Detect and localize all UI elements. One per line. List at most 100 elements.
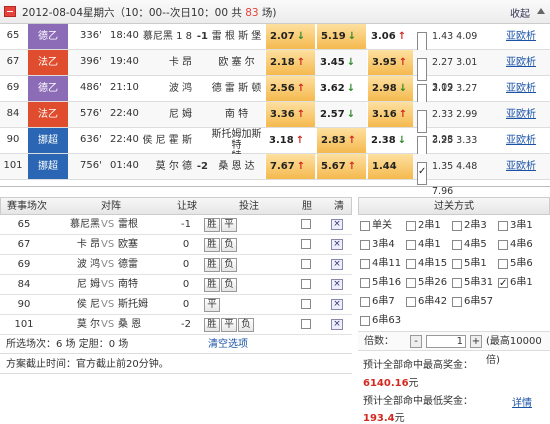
match-row: 90挪超636'22:40侯 尼 霍 斯斯托姆加斯特特3.18↑2.83↑2.3… xyxy=(0,128,550,171)
pass-checkbox[interactable] xyxy=(360,316,370,326)
pass-checkbox[interactable] xyxy=(406,278,416,288)
clear-row-icon[interactable]: × xyxy=(331,219,343,230)
odds-value: 3.36 xyxy=(270,109,295,120)
pass-checkbox[interactable] xyxy=(406,297,416,307)
odds-up-arrow-icon: ↑ xyxy=(347,161,357,172)
pass-checkbox[interactable] xyxy=(452,240,462,250)
multiplier-plus-button[interactable]: + xyxy=(470,335,482,348)
banker-checkbox[interactable] xyxy=(301,299,311,309)
bet-selection-button[interactable]: 负 xyxy=(238,318,254,332)
bet-num: 69 xyxy=(17,259,31,270)
clear-row-icon[interactable]: × xyxy=(331,299,343,310)
bet-selection-button[interactable]: 平 xyxy=(204,298,220,312)
banker-checkbox[interactable] xyxy=(301,319,311,329)
vs-label: VS xyxy=(101,219,115,230)
bet-selection-button[interactable]: 负 xyxy=(221,238,237,252)
pass-checkbox[interactable] xyxy=(498,240,508,250)
chevron-up-icon[interactable] xyxy=(537,8,545,14)
odds-1-cell[interactable]: 2.07 ↓ xyxy=(265,24,315,49)
pass-checkbox[interactable] xyxy=(498,221,508,231)
clear-row-icon[interactable]: × xyxy=(331,259,343,270)
vs-label: VS xyxy=(101,279,115,290)
match-num: 101 xyxy=(3,160,23,171)
clear-all-link[interactable]: 清空选项 xyxy=(208,335,248,354)
odds-3-cell[interactable]: 3.06 ↑ xyxy=(367,24,413,49)
banker-checkbox[interactable] xyxy=(301,259,311,269)
pass-label: 5串31 xyxy=(464,277,494,288)
odds-2-cell[interactable]: 5.67 ↑ xyxy=(316,154,366,179)
analysis-link[interactable]: 亚欧析 xyxy=(506,102,546,125)
clear-row-icon[interactable]: × xyxy=(331,319,343,330)
banker-checkbox[interactable] xyxy=(301,219,311,229)
selected-count: 所选场次：6 场 定胆：0 场 xyxy=(6,339,129,350)
analysis-link[interactable]: 亚欧析 xyxy=(506,154,546,177)
odds-1-cell[interactable]: 2.18 ↑ xyxy=(265,50,315,75)
match-time: 21:10 xyxy=(110,82,139,93)
bet-handicap: 0 xyxy=(182,239,190,250)
odds-3-cell[interactable]: 2.98 ↓ xyxy=(367,76,413,101)
pass-checkbox[interactable] xyxy=(452,297,462,307)
analysis-link[interactable]: 亚欧析 xyxy=(506,50,546,73)
home-team: 侯 尼 霍 斯 xyxy=(142,135,192,146)
odds-up-arrow-icon: ↑ xyxy=(397,31,407,42)
bet-handicap: 0 xyxy=(182,279,190,290)
bet-away: 桑 恩 xyxy=(118,319,142,330)
odds-3-cell[interactable]: 2.38 ↓ xyxy=(367,128,413,153)
bet-num: 65 xyxy=(17,219,31,230)
pass-checkbox[interactable] xyxy=(498,259,508,269)
bet-selection-button[interactable]: 负 xyxy=(221,278,237,292)
multiplier-minus-button[interactable]: - xyxy=(410,335,422,348)
col-num: 赛事场次 xyxy=(7,201,47,212)
pass-checkbox[interactable] xyxy=(452,221,462,231)
handicap xyxy=(194,50,208,73)
detail-link[interactable]: 详情 xyxy=(512,394,532,409)
odds-3-cell[interactable]: 1.44 xyxy=(367,154,413,179)
odds-2-cell[interactable]: 2.57 ↓ xyxy=(316,102,366,127)
summary-row: 所选场次：6 场 定胆：0 场 清空选项 xyxy=(0,335,352,354)
bet-selection-button[interactable]: 负 xyxy=(221,258,237,272)
odds-down-arrow-icon: ↓ xyxy=(398,83,408,94)
odds-up-arrow-icon: ↑ xyxy=(398,109,408,120)
bet-selection-button[interactable]: 胜 xyxy=(204,238,220,252)
odds-1-cell[interactable]: 3.18 ↑ xyxy=(265,128,315,153)
odds-1-cell[interactable]: 2.56 ↑ xyxy=(265,76,315,101)
bet-selection-button[interactable]: 平 xyxy=(221,318,237,332)
analysis-link[interactable]: 亚欧析 xyxy=(506,128,546,151)
pass-checkbox[interactable] xyxy=(360,240,370,250)
odds-2-cell[interactable]: 5.19 ↓ xyxy=(316,24,366,49)
match-time: 01:40 xyxy=(110,160,139,171)
pass-checkbox[interactable] xyxy=(406,221,416,231)
pass-checkbox[interactable] xyxy=(360,278,370,288)
collapse-link[interactable]: 收起 xyxy=(510,5,530,20)
pass-label: 3串1 xyxy=(510,220,533,231)
odds-1-cell[interactable]: 3.36 ↑ xyxy=(265,102,315,127)
pass-checkbox[interactable] xyxy=(452,259,462,269)
analysis-link[interactable]: 亚欧析 xyxy=(506,76,546,99)
odds-3-cell[interactable]: 3.16 ↑ xyxy=(367,102,413,127)
clear-row-icon[interactable]: × xyxy=(331,279,343,290)
odds-3-cell[interactable]: 3.95 ↑ xyxy=(367,50,413,75)
col-match: 对阵 xyxy=(101,201,121,212)
odds-1-cell[interactable]: 7.67 ↑ xyxy=(265,154,315,179)
bet-selection-button[interactable]: 平 xyxy=(221,218,237,232)
pass-checkbox[interactable] xyxy=(406,240,416,250)
pass-checkbox[interactable] xyxy=(360,221,370,231)
min-prize-value: 193.4 xyxy=(363,413,395,424)
odds-2-cell[interactable]: 2.83 ↑ xyxy=(316,128,366,153)
bet-selection-button[interactable]: 胜 xyxy=(204,318,220,332)
multiplier-input[interactable]: 1 xyxy=(426,335,466,348)
bet-selection-button[interactable]: 胜 xyxy=(204,278,220,292)
odds-2-cell[interactable]: 3.45 ↓ xyxy=(316,50,366,75)
pass-checkbox[interactable] xyxy=(498,276,508,291)
bet-selection-button[interactable]: 胜 xyxy=(204,218,220,232)
pass-checkbox[interactable] xyxy=(406,259,416,269)
analysis-link[interactable]: 亚欧析 xyxy=(506,24,546,47)
banker-checkbox[interactable] xyxy=(301,279,311,289)
banker-checkbox[interactable] xyxy=(301,239,311,249)
pass-checkbox[interactable] xyxy=(452,278,462,288)
bet-selection-button[interactable]: 胜 xyxy=(204,258,220,272)
pass-checkbox[interactable] xyxy=(360,297,370,307)
clear-row-icon[interactable]: × xyxy=(331,239,343,250)
odds-2-cell[interactable]: 3.62 ↓ xyxy=(316,76,366,101)
pass-checkbox[interactable] xyxy=(360,259,370,269)
